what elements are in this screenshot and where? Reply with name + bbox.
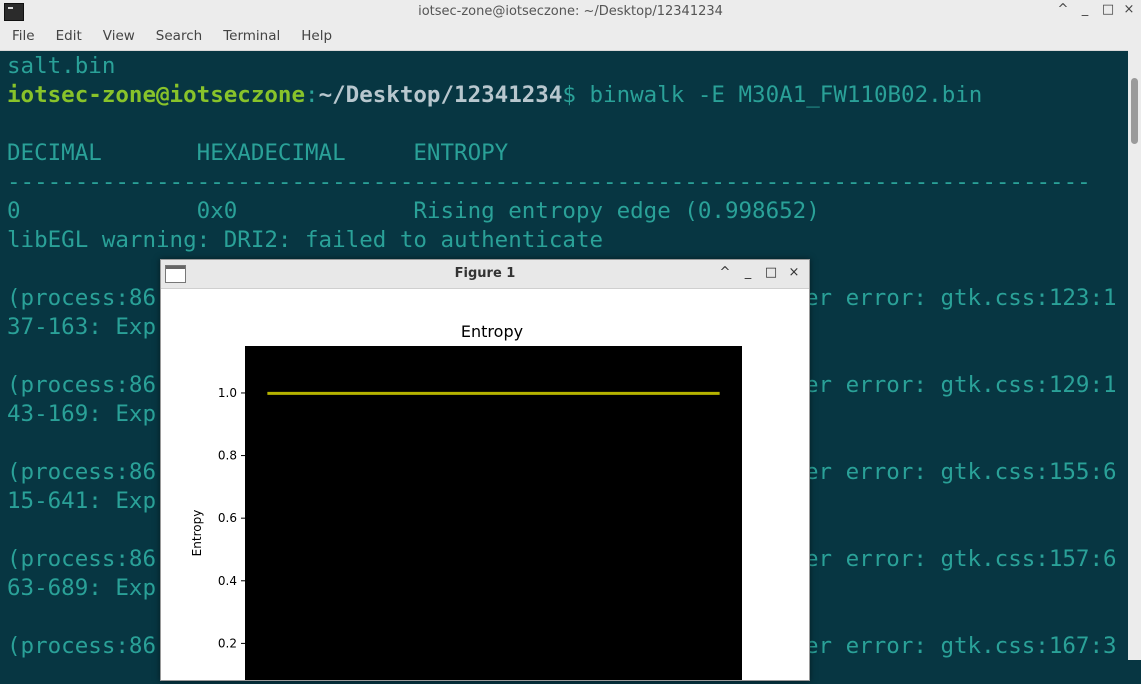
divider-line: ----------------------------------------…	[7, 169, 1091, 195]
terminal-line: salt.bin	[7, 53, 116, 79]
title-bar: iotsec-zone@iotseczone: ~/Desktop/123412…	[0, 0, 1141, 24]
prompt-user: iotsec-zone@iotseczone	[7, 82, 306, 108]
y-tick-label: 0.6	[218, 511, 237, 525]
process-line-left: (process:86	[7, 459, 157, 485]
process-line-left: (process:86	[7, 546, 157, 572]
menu-terminal[interactable]: Terminal	[223, 24, 280, 48]
chart-title: Entropy	[461, 322, 523, 341]
process-line-left: (process:86	[7, 372, 157, 398]
process-line-left: (process:86	[7, 285, 157, 311]
process-line-left: 63-689: Exp	[7, 575, 157, 601]
process-line-right: er error: gtk.css:123:1	[805, 285, 1117, 311]
close-button[interactable]: ×	[1119, 2, 1139, 17]
figure-title-bar: Figure 1 ^ _ □ ×	[161, 260, 809, 289]
figure-window[interactable]: Figure 1 ^ _ □ × Entropy 0.2 0.4 0.6 0.8 1.0…	[160, 259, 810, 684]
figure-title: Figure 1	[454, 266, 516, 281]
process-line-left: 15-641: Exp	[7, 488, 157, 514]
chevron-up-icon[interactable]: ^	[1053, 2, 1073, 17]
menu-bar: File Edit View Search Terminal Help	[0, 24, 1141, 51]
minimize-button[interactable]: _	[1075, 2, 1095, 17]
process-line-right: er error: gtk.css:157:6	[805, 546, 1117, 572]
prompt-dollar: $	[562, 82, 576, 108]
plot-area	[245, 346, 742, 684]
scrollbar-thumb[interactable]	[1131, 78, 1138, 144]
maximize-button[interactable]: □	[762, 265, 780, 280]
entropy-chart: Entropy 0.2 0.4 0.6 0.8 1.0 Entropy	[190, 322, 742, 684]
process-line-left: 43-169: Exp	[7, 401, 157, 427]
maximize-button[interactable]: □	[1098, 2, 1118, 17]
minimize-button[interactable]: _	[739, 265, 757, 280]
chevron-up-icon[interactable]: ^	[716, 265, 734, 280]
process-line-right: er error: gtk.css:167:3	[805, 633, 1117, 659]
menu-edit[interactable]: Edit	[56, 24, 82, 48]
terminal-prompt-line: iotsec-zone@iotseczone:~/Desktop/1234123…	[7, 81, 982, 110]
menu-search[interactable]: Search	[156, 24, 202, 48]
table-row: 0 0x0 Rising entropy edge (0.998652)	[7, 198, 820, 224]
y-tick-label: 1.0	[218, 386, 237, 400]
process-line-left: (process:86	[7, 633, 157, 659]
close-button[interactable]: ×	[785, 265, 803, 280]
window-title: iotsec-zone@iotseczone: ~/Desktop/123412…	[418, 4, 723, 19]
y-tick-label: 0.4	[218, 574, 237, 588]
y-axis-label: Entropy	[190, 510, 204, 557]
menu-view[interactable]: View	[103, 24, 135, 48]
y-tick-label: 0.2	[218, 636, 237, 650]
y-tick-label: 0.8	[218, 449, 237, 463]
terminal-scrollbar[interactable]	[1128, 50, 1141, 660]
command-text: binwalk -E M30A1_FW110B02.bin	[575, 82, 983, 108]
table-header: DECIMAL HEXADECIMAL ENTROPY	[7, 140, 509, 166]
menu-file[interactable]: File	[12, 24, 35, 48]
menu-help[interactable]: Help	[301, 24, 332, 48]
prompt-path: ~/Desktop/12341234	[318, 82, 563, 108]
process-line-left: 37-163: Exp	[7, 314, 157, 340]
warning-line: libEGL warning: DRI2: failed to authenti…	[7, 227, 604, 253]
prompt-separator: :	[305, 82, 319, 108]
process-line-right: er error: gtk.css:155:6	[805, 459, 1117, 485]
figure-canvas[interactable]: Entropy 0.2 0.4 0.6 0.8 1.0 Entropy	[161, 289, 809, 684]
process-line-right: er error: gtk.css:129:1	[805, 372, 1117, 398]
